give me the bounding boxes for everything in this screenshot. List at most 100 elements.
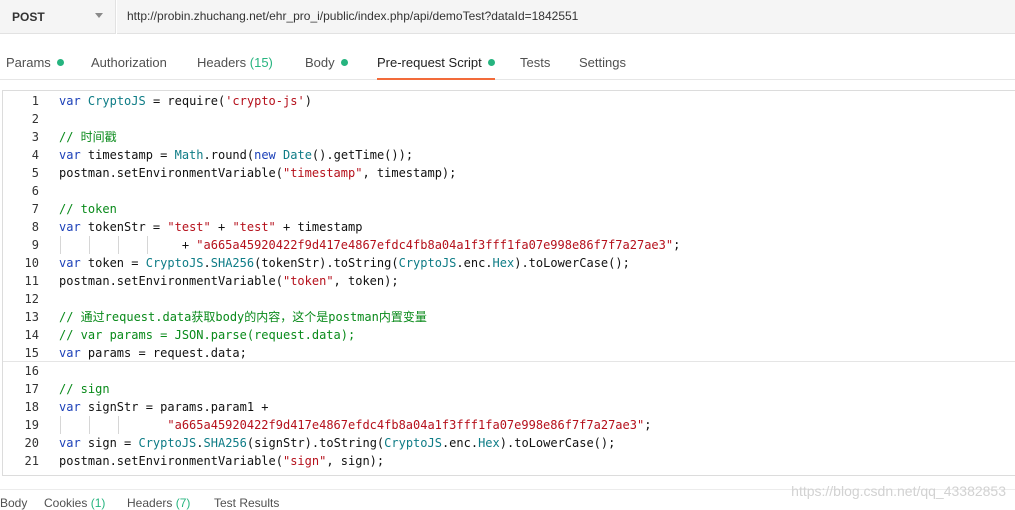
tab-count: (15) — [249, 55, 273, 70]
code-token: timestamp = — [80, 148, 175, 162]
tab-pre-request-script[interactable]: Pre-request Script — [377, 46, 495, 80]
code-token: "test" — [232, 220, 276, 234]
tab-count: (1) — [90, 496, 106, 510]
code-token: 'crypto-js' — [225, 94, 305, 108]
code-token: .enc. — [456, 256, 493, 270]
code-text: var timestamp = Math.round(new Date().ge… — [59, 146, 413, 164]
code-token: + timestamp — [275, 220, 363, 234]
response-tab-body[interactable]: Body — [0, 496, 27, 510]
url-input[interactable]: http://probin.zhuchang.net/ehr_pro_i/pub… — [117, 0, 1015, 34]
code-line: 3 // 时间戳 — [3, 128, 1015, 146]
code-token: // 时间戳 — [59, 130, 117, 144]
line-number: 21 — [24, 454, 39, 468]
line-number: 20 — [24, 436, 39, 450]
code-text: // var params = JSON.parse(request.data)… — [59, 326, 355, 344]
tab-authorization[interactable]: Authorization — [91, 46, 167, 80]
code-text: + "a665a45920422f9d417e4867efdc4fb8a04a1… — [59, 236, 681, 254]
indent-guide — [60, 416, 61, 434]
code-token: Math — [174, 148, 204, 162]
code-text: // 通过request.data获取body的内容，这个是postman内置变… — [59, 308, 427, 326]
line-number: 14 — [24, 328, 39, 342]
tab-label: Params — [6, 55, 51, 70]
code-line: 8 var tokenStr = "test" + "test" + timest… — [3, 218, 1015, 236]
code-text: // 时间戳 — [59, 128, 117, 146]
code-text: var signStr = params.param1 + — [59, 398, 269, 416]
code-line: 5 postman.setEnvironmentVariable("timesta… — [3, 164, 1015, 182]
line-number: 19 — [24, 418, 39, 432]
code-line: 12 — [3, 290, 1015, 308]
status-dot-icon — [487, 59, 495, 66]
code-token: new — [254, 148, 276, 162]
code-text: "a665a45920422f9d417e4867efdc4fb8a04a1f3… — [59, 416, 651, 434]
code-token: Date — [283, 148, 312, 162]
indent-guide — [89, 236, 90, 254]
script-editor[interactable]: 1 var CryptoJS = require('crypto-js') 2 3 //… — [2, 90, 1015, 476]
code-line: 7 // token — [3, 200, 1015, 218]
code-text: postman.setEnvironmentVariable("timestam… — [59, 164, 456, 182]
line-number: 7 — [31, 202, 39, 216]
response-tab-cookies[interactable]: Cookies (1) — [44, 496, 105, 510]
code-line: 14 // var params = JSON.parse(request.dat… — [3, 326, 1015, 344]
code-token: var — [59, 400, 81, 414]
code-line: 1 var CryptoJS = require('crypto-js') — [3, 92, 1015, 110]
response-tab-headers[interactable]: Headers (7) — [127, 496, 190, 510]
code-token: , timestamp); — [362, 166, 457, 180]
tab-body[interactable]: Body — [305, 46, 348, 80]
method-select[interactable]: POST — [0, 0, 116, 34]
code-token: . — [196, 436, 204, 450]
code-token: CryptoJS — [398, 256, 457, 270]
code-line: 16 — [3, 362, 1015, 380]
code-token: , token); — [333, 274, 399, 288]
code-token: postman.setEnvironmentVariable( — [59, 454, 283, 468]
code-token: "token" — [282, 274, 334, 288]
line-number: 16 — [24, 364, 39, 378]
tab-headers[interactable]: Headers (15) — [197, 46, 273, 80]
watermark: https://blog.csdn.net/qq_43382853 — [791, 483, 1006, 499]
code-text: var sign = CryptoJS.SHA256(signStr).toSt… — [59, 434, 615, 452]
code-token: ).toLowerCase(); — [499, 436, 616, 450]
line-number: 13 — [24, 310, 39, 324]
code-line: 20 var sign = CryptoJS.SHA256(signStr).to… — [3, 434, 1015, 452]
code-token: ) — [304, 94, 312, 108]
response-tab-test-results[interactable]: Test Results — [214, 496, 279, 510]
code-token: (signStr).toString( — [246, 436, 385, 450]
line-number: 18 — [24, 400, 39, 414]
tab-label: Headers — [197, 55, 247, 70]
tab-settings[interactable]: Settings — [579, 46, 626, 80]
code-text: var CryptoJS = require('crypto-js') — [59, 92, 312, 110]
indent-guide — [118, 416, 119, 434]
tab-params[interactable]: Params — [6, 46, 64, 80]
tab-label: Cookies — [44, 496, 88, 510]
line-number: 3 — [31, 130, 39, 144]
url-text: http://probin.zhuchang.net/ehr_pro_i/pub… — [127, 9, 579, 23]
line-number: 5 — [31, 166, 39, 180]
code-token: var — [59, 220, 81, 234]
line-number: 1 — [31, 94, 39, 108]
code-token: (tokenStr).toString( — [254, 256, 399, 270]
code-line: 11 postman.setEnvironmentVariable("token"… — [3, 272, 1015, 290]
tab-tests[interactable]: Tests — [520, 46, 550, 80]
code-token: "test" — [167, 220, 211, 234]
code-line: 9 + "a665a45920422f9d417e4867efdc4fb8a04… — [3, 236, 1015, 254]
code-text: var params = request.data; — [59, 344, 247, 362]
code-text: var token = CryptoJS.SHA256(tokenStr).to… — [59, 254, 630, 272]
code-token: params = request.data; — [80, 346, 247, 360]
code-line: 21 postman.setEnvironmentVariable("sign",… — [3, 452, 1015, 470]
line-number: 8 — [31, 220, 39, 234]
code-token: // 通过request.data获取body的内容，这个是postman内置变… — [59, 310, 427, 324]
tab-label: Body — [305, 55, 335, 70]
tab-count: (7) — [175, 496, 191, 510]
code-token: // var params = JSON.parse(request.data)… — [59, 328, 356, 342]
code-token: Hex — [478, 436, 500, 450]
code-line: 18 var signStr = params.param1 + — [3, 398, 1015, 416]
code-token: postman.setEnvironmentVariable( — [59, 166, 283, 180]
code-token: sign = — [80, 436, 139, 450]
code-text: var tokenStr = "test" + "test" + timesta… — [59, 218, 363, 236]
indent-guide — [60, 236, 61, 254]
code-token: postman.setEnvironmentVariable( — [59, 274, 283, 288]
code-token: var — [59, 436, 81, 450]
code-line: 4 var timestamp = Math.round(new Date().g… — [3, 146, 1015, 164]
line-number: 4 — [31, 148, 39, 162]
code-line: 19 "a665a45920422f9d417e4867efdc4fb8a04a… — [3, 416, 1015, 434]
